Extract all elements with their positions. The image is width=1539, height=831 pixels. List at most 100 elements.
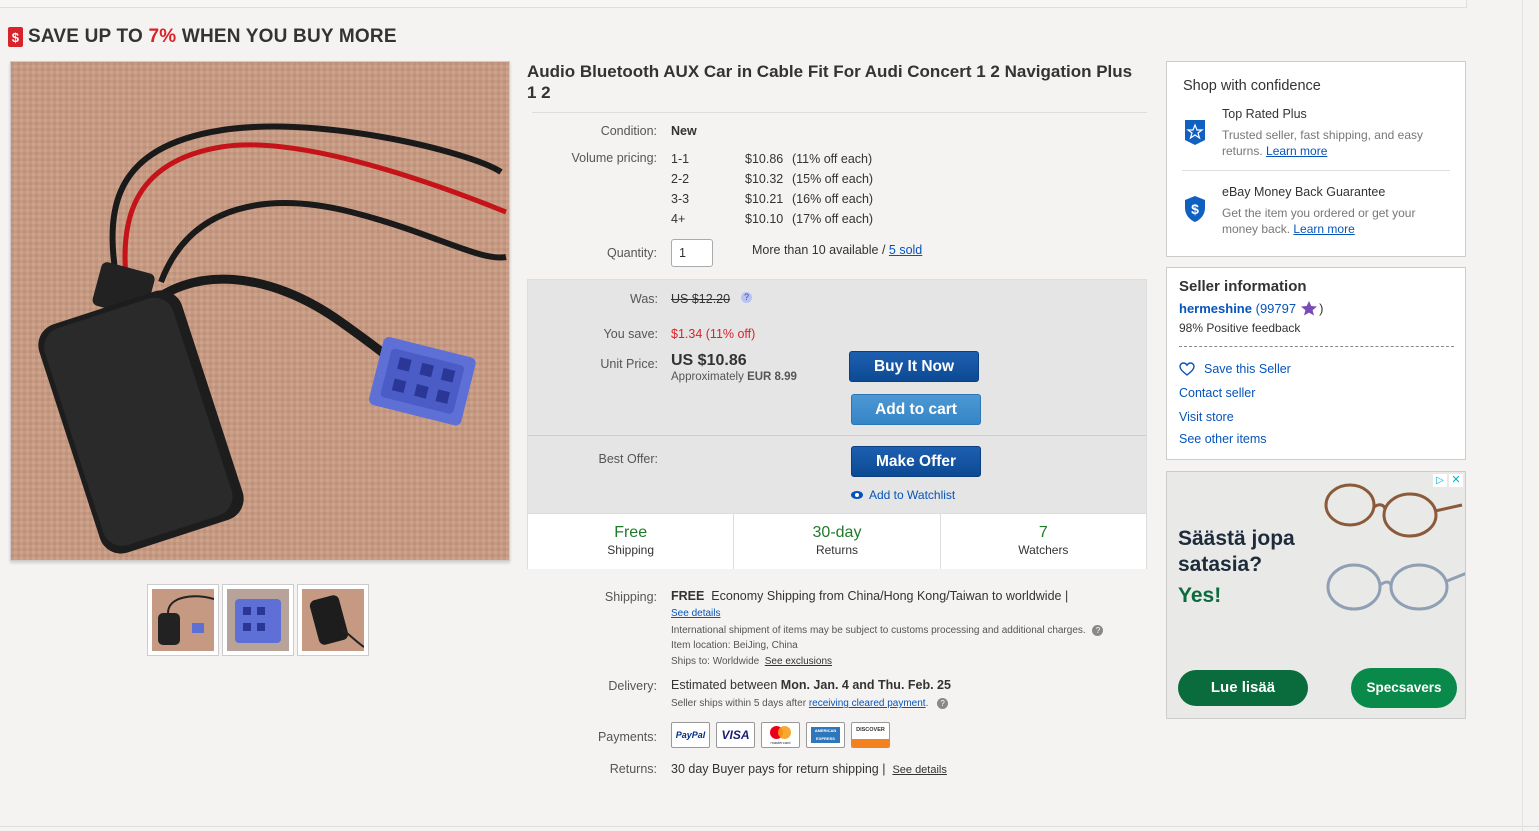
thumbnail-2[interactable] [222,584,294,656]
highlight-value: 30-day [812,524,862,541]
amex-label: AMERICAN EXPRESS [811,727,840,743]
cleared-payment-link[interactable]: receiving cleared payment [809,698,926,709]
thumbnail-image [152,589,214,651]
condition-label: Condition: [600,124,657,138]
availability: More than 10 available / 5 sold [752,243,922,257]
price-panel: Was: US $12.20 ? You save: $1.34 (11% of… [527,279,1147,569]
delivery-note-text: Seller ships within 5 days after [671,698,809,710]
ad-line-1: Säästä jopa [1178,527,1295,550]
payments-label: Payments: [597,730,657,744]
page-bottom-border [0,826,1539,827]
mastercard-icon: mastercard [761,722,800,748]
seller-info-title: Seller information [1179,278,1307,295]
help-icon[interactable]: ? [1092,625,1104,636]
shipping-label: Shipping: [604,590,657,604]
top-rated-learn-more-link[interactable]: Learn more [1266,144,1327,158]
highlight-value: Free [614,524,648,541]
price-tag-icon: $ [8,27,23,47]
approx-value: EUR 8.99 [747,371,797,383]
ad-yes: Yes! [1178,584,1222,607]
save-seller-label: Save this Seller [1204,362,1291,376]
help-icon[interactable]: ? [741,292,752,303]
item-location: Item location: BeiJing, China [671,640,798,651]
highlight-label: Watchers [1018,543,1069,557]
volume-row: 4+ $10.10 (17% off each) [671,212,873,232]
shipping-see-details-link[interactable]: See details [671,608,720,619]
volume-qty: 1-1 [671,152,690,166]
best-offer-label: Best Offer: [598,452,658,466]
confidence-title: Shop with confidence [1183,78,1321,94]
amex-icon: AMERICAN EXPRESS [806,722,845,748]
intl-note: International shipment of items may be s… [671,625,1104,637]
sold-count-link[interactable]: 5 sold [889,243,922,257]
volume-discount: (17% off each) [792,212,874,226]
volume-discount: (16% off each) [792,192,874,206]
volume-price: $10.86 [745,152,784,166]
mastercard-label: mastercard [770,740,791,745]
money-back-title: eBay Money Back Guarantee [1222,185,1386,199]
volume-row: 2-2 $10.32 (15% off each) [671,172,873,192]
see-exclusions-link[interactable]: See exclusions [765,656,832,667]
intl-note-text: International shipment of items may be s… [671,625,1086,637]
money-back-learn-more-link[interactable]: Learn more [1293,222,1354,236]
thumbnail-3[interactable] [297,584,369,656]
feedback-score-close: ) [1319,300,1324,316]
paypal-icon: PayPal [671,722,710,748]
seller-name-row: hermeshine (99797 ) [1179,300,1323,316]
shipping-free: FREE [671,589,705,603]
make-offer-button[interactable]: Make Offer [851,446,981,477]
save-seller-link[interactable]: Save this Seller [1179,362,1291,376]
you-save-label: You save: [603,327,658,341]
ad-cta-button[interactable]: Lue lisää [1178,670,1308,706]
banner-prefix: SAVE UP TO [28,26,149,47]
see-other-items-link[interactable]: See other items [1179,432,1267,446]
highlight-watchers: 7 Watchers [941,514,1146,569]
banner-suffix: WHEN YOU BUY MORE [176,26,397,47]
help-icon[interactable]: ? [937,698,949,709]
seller-divider [1179,346,1454,347]
highlight-shipping: Free Shipping [528,514,735,569]
seller-info-card: Seller information hermeshine (99797 ) 9… [1166,267,1466,460]
returns-text: 30 day Buyer pays for return shipping | … [671,762,947,776]
purple-star-icon [1301,301,1318,316]
add-to-cart-button[interactable]: Add to cart [851,394,981,425]
volume-price: $10.21 [745,192,784,206]
buy-it-now-button[interactable]: Buy It Now [849,351,979,382]
delivery-note: Seller ships within 5 days after receivi… [671,698,949,710]
quantity-label: Quantity: [606,246,657,260]
approx-prefix: Approximately [671,371,748,383]
contact-seller-link[interactable]: Contact seller [1179,386,1255,400]
delivery-estimate: Estimated between Mon. Jan. 4 and Thu. F… [671,678,951,692]
add-to-watchlist-link[interactable]: Add to Watchlist [851,488,955,502]
highlights-strip: Free Shipping 30-day Returns 7 Watchers [528,513,1146,569]
visit-store-link[interactable]: Visit store [1179,410,1234,424]
title-divider [532,112,1147,113]
quantity-input[interactable]: 1 [671,239,713,267]
money-back-desc: Get the item you ordered or get your mon… [1222,205,1447,237]
volume-row: 3-3 $10.21 (16% off each) [671,192,873,212]
feedback-score-link[interactable]: (99797 [1256,301,1296,316]
main-product-image[interactable] [10,61,510,561]
advertisement[interactable]: ▷ ✕ Säästä jopa satasia? Yes! Lue lisää … [1166,471,1466,719]
item-title: Audio Bluetooth AUX Car in Cable Fit For… [527,62,1133,102]
thumbnail-image [302,589,364,651]
volume-qty: 3-3 [671,192,690,206]
highlight-returns: 30-day Returns [734,514,941,569]
returns-label: Returns: [609,762,657,776]
shop-with-confidence-card: Shop with confidence Top Rated Plus Trus… [1166,61,1466,257]
volume-price: $10.10 [745,212,784,226]
shipping-text: Economy Shipping from China/Hong Kong/Ta… [711,589,1069,603]
discover-icon: DISCOVER [851,722,890,748]
delivery-note-suffix: . [925,698,929,710]
was-price: US $12.20 [671,292,731,306]
ships-to: Ships to: Worldwide See exclusions [671,656,832,667]
delivery-prefix: Estimated between [671,678,781,692]
confidence-divider [1182,170,1450,171]
returns-see-details-link[interactable]: See details [892,764,946,776]
volume-discount-banner: $ SAVE UP TO 7% WHEN YOU BUY MORE [8,26,397,48]
volume-discount: (11% off each) [792,152,873,166]
seller-name-link[interactable]: hermeshine [1179,301,1252,316]
delivery-dates: Mon. Jan. 4 and Thu. Feb. 25 [780,678,951,692]
top-rated-desc: Trusted seller, fast shipping, and easy … [1222,127,1447,159]
thumbnail-1[interactable] [147,584,219,656]
